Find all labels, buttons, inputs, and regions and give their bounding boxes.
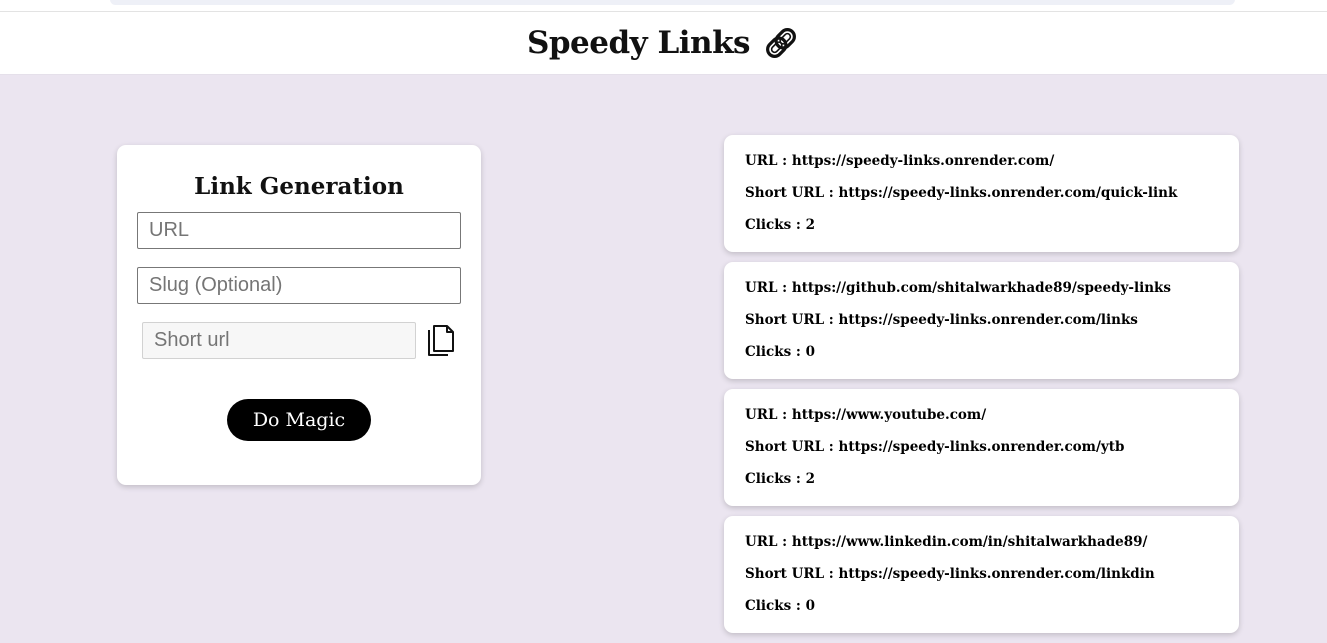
- link-clicks-row: Clicks : 2: [745, 471, 1239, 503]
- short-url-output[interactable]: [142, 322, 416, 359]
- link-url: https://www.youtube.com/: [791, 407, 987, 423]
- link-card: URL : https://www.linkedin.com/in/shital…: [724, 516, 1239, 633]
- link-card: URL : https://speedy-links.onrender.com/…: [724, 135, 1239, 252]
- clicks-label: Clicks :: [745, 471, 806, 487]
- clicks-label: Clicks :: [745, 217, 806, 233]
- do-magic-button[interactable]: Do Magic: [227, 399, 371, 441]
- link-short-url-row: Short URL : https://speedy-links.onrende…: [745, 566, 1239, 598]
- link-url: https://www.linkedin.com/in/shitalwarkha…: [791, 534, 1148, 550]
- link-short-url: https://speedy-links.onrender.com/linkdi…: [838, 566, 1155, 582]
- link-short-url-row: Short URL : https://speedy-links.onrende…: [745, 439, 1239, 471]
- links-list: URL : https://speedy-links.onrender.com/…: [724, 135, 1239, 643]
- copy-icon[interactable]: [426, 324, 456, 358]
- link-url: https://github.com/shitalwarkhade89/spee…: [791, 280, 1171, 296]
- link-icon: [762, 24, 800, 62]
- short-url-label: Short URL :: [745, 439, 839, 455]
- link-card: URL : https://www.youtube.com/ Short URL…: [724, 389, 1239, 506]
- app-title-text: Speedy Links: [526, 25, 751, 61]
- link-clicks: 2: [805, 217, 815, 233]
- slug-input[interactable]: [137, 267, 461, 304]
- url-label: URL :: [745, 153, 792, 169]
- link-url-row: URL : https://github.com/shitalwarkhade8…: [745, 280, 1239, 312]
- link-url-row: URL : https://www.youtube.com/: [745, 407, 1239, 439]
- link-url-row: URL : https://www.linkedin.com/in/shital…: [745, 534, 1239, 566]
- url-label: URL :: [745, 407, 792, 423]
- link-clicks: 2: [805, 471, 815, 487]
- address-bar-edge: [110, 0, 1235, 5]
- link-generation-card: Link Generation Do Magic: [117, 145, 481, 485]
- link-short-url: https://speedy-links.onrender.com/links: [838, 312, 1138, 328]
- url-input[interactable]: [137, 212, 461, 249]
- link-clicks: 0: [805, 598, 815, 614]
- link-clicks: 0: [805, 344, 815, 360]
- link-clicks-row: Clicks : 0: [745, 344, 1239, 376]
- link-short-url: https://speedy-links.onrender.com/ytb: [838, 439, 1125, 455]
- clicks-label: Clicks :: [745, 598, 806, 614]
- link-clicks-row: Clicks : 2: [745, 217, 1239, 249]
- browser-top-strip: [0, 0, 1327, 12]
- app-title: Speedy Links: [527, 24, 800, 62]
- link-short-url: https://speedy-links.onrender.com/quick-…: [838, 185, 1178, 201]
- app-header: Speedy Links: [0, 12, 1327, 75]
- link-short-url-row: Short URL : https://speedy-links.onrende…: [745, 312, 1239, 344]
- short-url-label: Short URL :: [745, 185, 839, 201]
- link-short-url-row: Short URL : https://speedy-links.onrende…: [745, 185, 1239, 217]
- link-card: URL : https://github.com/shitalwarkhade8…: [724, 262, 1239, 379]
- url-label: URL :: [745, 534, 792, 550]
- link-clicks-row: Clicks : 0: [745, 598, 1239, 630]
- link-url-row: URL : https://speedy-links.onrender.com/: [745, 153, 1239, 185]
- short-url-label: Short URL :: [745, 566, 839, 582]
- link-generation-title: Link Generation: [194, 173, 404, 200]
- link-url: https://speedy-links.onrender.com/: [791, 153, 1055, 169]
- url-label: URL :: [745, 280, 792, 296]
- clicks-label: Clicks :: [745, 344, 806, 360]
- short-url-label: Short URL :: [745, 312, 839, 328]
